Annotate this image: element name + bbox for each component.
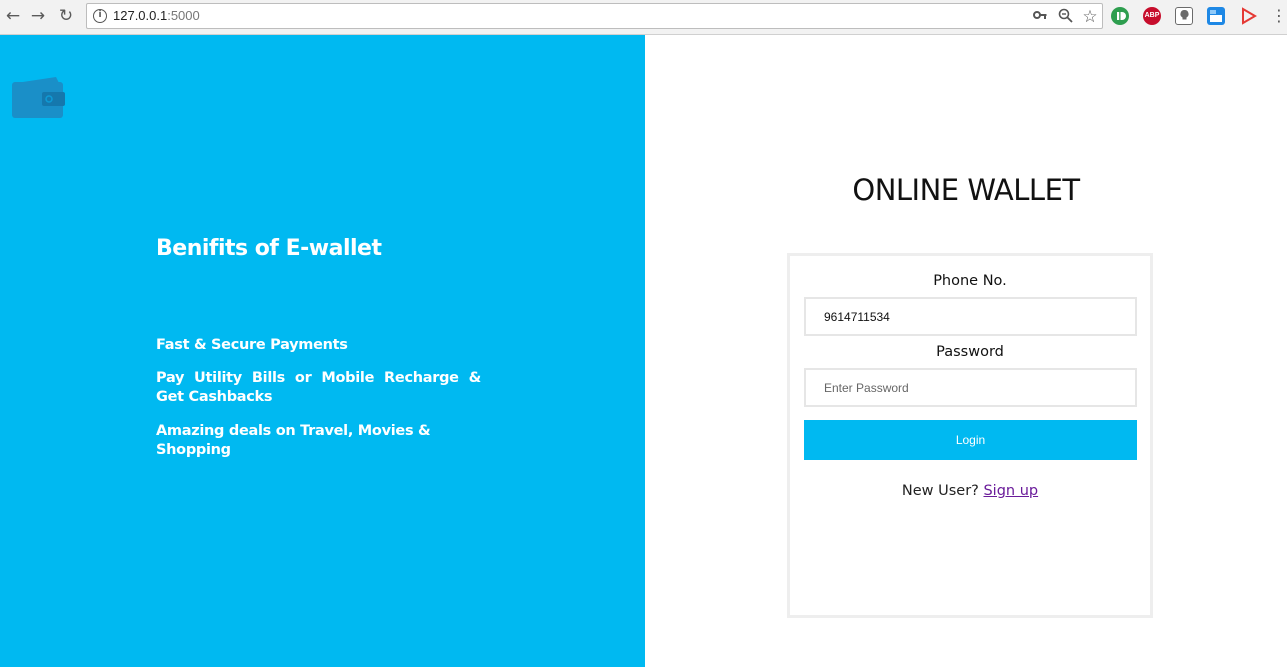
signup-row: New User? Sign up: [790, 483, 1150, 499]
url-text[interactable]: 127.0.0.1:5000: [113, 8, 200, 23]
reload-icon[interactable]: ↻: [56, 6, 76, 26]
login-card: Phone No. Password Login New User? Sign …: [787, 253, 1153, 618]
url-port: :5000: [167, 8, 200, 23]
address-bar[interactable]: i 127.0.0.1:5000 ☆: [86, 3, 1103, 29]
back-icon[interactable]: ←: [3, 6, 23, 26]
login-button[interactable]: Login: [804, 420, 1137, 460]
password-input[interactable]: [804, 368, 1137, 407]
signup-link[interactable]: Sign up: [983, 483, 1038, 499]
wallet-icon: [12, 75, 66, 119]
info-icon[interactable]: i: [93, 9, 107, 23]
forward-icon[interactable]: →: [28, 6, 48, 26]
extension-icon-4[interactable]: [1207, 7, 1225, 25]
extension-icon-3[interactable]: [1175, 7, 1193, 25]
url-host: 127.0.0.1: [113, 8, 168, 23]
benefits-title: Benifits of E-wallet: [156, 236, 382, 261]
password-label: Password: [936, 344, 1004, 360]
zoom-icon[interactable]: [1056, 8, 1074, 28]
browser-toolbar: ← → ↻ i 127.0.0.1:5000 ☆ ABP ⋮: [0, 0, 1287, 35]
new-user-text: New User?: [901, 483, 979, 499]
app-title: ONLINE WALLET: [852, 173, 1080, 207]
menu-icon[interactable]: ⋮: [1271, 6, 1287, 26]
benefit-item: Pay Utility Bills or Mobile Recharge & G…: [156, 370, 481, 405]
login-panel: ONLINE WALLET Phone No. Password Login N…: [645, 35, 1287, 667]
benefits-panel: Benifits of E-wallet Fast & Secure Payme…: [0, 35, 645, 667]
bookmark-star-icon[interactable]: ☆: [1081, 8, 1099, 26]
play-icon[interactable]: [1239, 7, 1257, 25]
key-icon[interactable]: [1031, 8, 1049, 27]
phone-input[interactable]: [804, 297, 1137, 336]
grammarly-icon[interactable]: [1111, 7, 1129, 25]
adblock-plus-icon[interactable]: ABP: [1143, 7, 1161, 25]
phone-label: Phone No.: [933, 273, 1007, 289]
benefit-item: Amazing deals on Travel, Movies & Shoppi…: [156, 423, 431, 458]
benefit-item: Fast & Secure Payments: [156, 337, 348, 353]
